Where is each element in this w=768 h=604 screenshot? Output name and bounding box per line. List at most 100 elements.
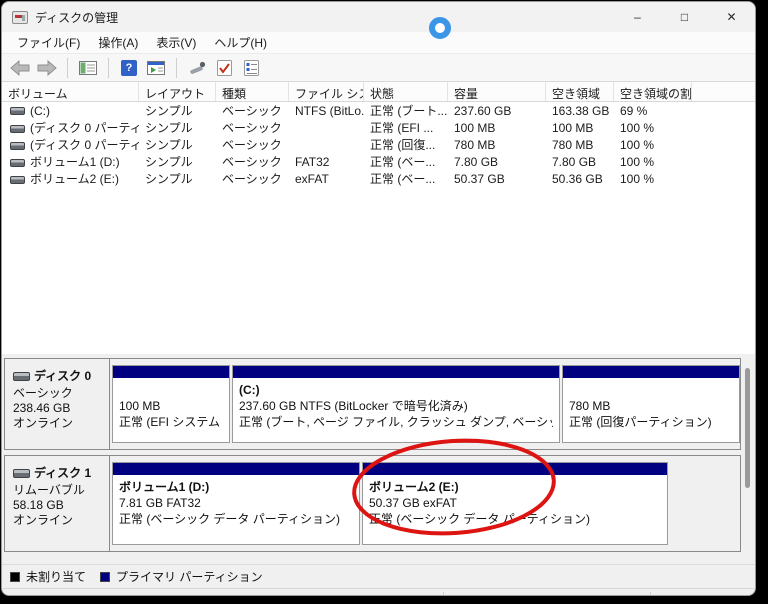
partition-header-bar [563, 366, 739, 379]
vertical-scrollbar[interactable] [743, 360, 752, 556]
scrollbar-thumb[interactable] [745, 368, 750, 488]
partition-size: 780 MB [569, 399, 611, 413]
partition-status: 正常 (ベーシック データ パーティション) [119, 512, 341, 526]
volume-name: ボリューム1 (D:) [30, 155, 120, 169]
volume-name: (C:) [30, 103, 50, 118]
disk-name: ディスク 0 [34, 369, 92, 383]
disk-0-graph: 100 MB 正常 (EFI システム パー (C:) 237.60 GB NT… [110, 359, 740, 449]
volume-name: (ディスク 0 パーティシ... [30, 121, 139, 135]
partition-status: 正常 (EFI システム パー [119, 415, 223, 429]
touch-indicator-ring [429, 17, 451, 39]
close-button[interactable]: ✕ [708, 2, 755, 32]
menu-help[interactable]: ヘルプ(H) [205, 32, 276, 53]
help-icon[interactable]: ? [119, 58, 139, 78]
partition-header-bar [233, 366, 559, 379]
disk-1-graph: ボリューム1 (D:) 7.81 GB FAT32 正常 (ベーシック データ … [110, 456, 740, 551]
partition-volume2-e[interactable]: ボリューム2 (E:) 50.37 GB exFAT 正常 (ベーシック データ… [362, 462, 668, 545]
table-row[interactable]: (ディスク 0 パーティシ... シンプル ベーシック 正常 (EFI ... … [2, 119, 755, 136]
volume-icon [10, 175, 25, 184]
menu-file[interactable]: ファイル(F) [8, 32, 89, 53]
app-icon [12, 10, 28, 24]
partition-volume1-d[interactable]: ボリューム1 (D:) 7.81 GB FAT32 正常 (ベーシック データ … [112, 462, 360, 545]
toolbar-separator [176, 57, 177, 78]
volume-icon [10, 107, 25, 116]
partition-size: 50.37 GB exFAT [369, 496, 457, 510]
table-row[interactable]: (ディスク 0 パーティシ... シンプル ベーシック 正常 (回復... 78… [2, 136, 755, 153]
disk-0-label[interactable]: ディスク 0 ベーシック 238.46 GB オンライン [5, 359, 110, 449]
table-row[interactable]: ボリューム2 (E:) シンプル ベーシック exFAT 正常 (ベー... 5… [2, 170, 755, 187]
title-bar[interactable]: ディスクの管理 – □ ✕ [2, 2, 755, 32]
disk-type: ベーシック [13, 386, 73, 400]
column-header-free-percent[interactable]: 空き領域の割... [614, 82, 692, 101]
disk-1-label[interactable]: ディスク 1 リムーバブル 58.18 GB オンライン [5, 456, 110, 551]
legend-primary-label: プライマリ パーティション [116, 570, 263, 584]
table-row[interactable]: ボリューム1 (D:) シンプル ベーシック FAT32 正常 (ベー... 7… [2, 153, 755, 170]
partition-header-bar [113, 366, 229, 379]
legend-unallocated-swatch [10, 571, 20, 582]
legend-primary-swatch [100, 571, 111, 582]
column-header-volume[interactable]: ボリューム [2, 82, 139, 101]
partition-c[interactable]: (C:) 237.60 GB NTFS (BitLocker で暗号化済み) 正… [232, 365, 560, 443]
statusbar-separator [443, 592, 444, 595]
column-header-capacity[interactable]: 容量 [448, 82, 546, 101]
toolbar-separator [67, 57, 68, 78]
disk-status: オンライン [13, 416, 74, 430]
volume-icon [10, 141, 25, 150]
menu-view[interactable]: 表示(V) [147, 32, 205, 53]
partition-status: 正常 (ブート, ページ ファイル, クラッシュ ダンプ, ベーシック データ … [239, 415, 553, 429]
task-list-icon[interactable] [241, 58, 261, 78]
volume-list: (C:) シンプル ベーシック NTFS (BitLo... 正常 (ブート..… [2, 102, 755, 354]
partition-size: 7.81 GB FAT32 [119, 496, 201, 510]
volume-icon [10, 158, 25, 167]
column-header-filesystem[interactable]: ファイル システム [289, 82, 364, 101]
back-icon[interactable] [10, 58, 30, 78]
volume-name: (ディスク 0 パーティシ... [30, 138, 139, 152]
show-console-icon[interactable] [146, 58, 166, 78]
disk-name: ディスク 1 [34, 466, 92, 480]
partition-status: 正常 (ベーシック データ パーティション) [369, 512, 591, 526]
properties-gadget-icon[interactable] [187, 58, 207, 78]
volume-table-header: ボリューム レイアウト 種類 ファイル システム 状態 容量 空き領域 空き領域… [2, 82, 755, 102]
minimize-button[interactable]: – [614, 2, 661, 32]
screen-background: ディスクの管理 – □ ✕ ファイル(F) 操作(A) 表示(V) ヘルプ(H) [0, 0, 768, 604]
legend-bar: 未割り当て プライマリ パーティション [2, 564, 755, 588]
status-bar [2, 588, 755, 595]
partition-recovery[interactable]: 780 MB 正常 (回復パーティション) [562, 365, 740, 443]
window-controls: – □ ✕ [614, 2, 755, 32]
disk-0-row: ディスク 0 ベーシック 238.46 GB オンライン 100 MB 正常 (… [4, 358, 741, 450]
partition-size: 237.60 GB NTFS (BitLocker で暗号化済み) [239, 399, 468, 413]
partition-status: 正常 (回復パーティション) [569, 415, 712, 429]
menu-bar: ファイル(F) 操作(A) 表示(V) ヘルプ(H) [2, 32, 755, 54]
disk-icon [13, 469, 30, 479]
disk-status: オンライン [13, 513, 74, 527]
menu-action[interactable]: 操作(A) [89, 32, 147, 53]
column-header-type[interactable]: 種類 [216, 82, 289, 101]
graphical-view: ディスク 0 ベーシック 238.46 GB オンライン 100 MB 正常 (… [2, 354, 755, 564]
disk-1-row: ディスク 1 リムーバブル 58.18 GB オンライン ボリューム1 (D:)… [4, 455, 741, 552]
disk-size: 58.18 GB [13, 498, 64, 512]
volume-name: ボリューム2 (E:) [30, 172, 119, 186]
check-document-icon[interactable] [214, 58, 234, 78]
window-title: ディスクの管理 [35, 10, 119, 25]
forward-icon[interactable] [37, 58, 57, 78]
table-row[interactable]: (C:) シンプル ベーシック NTFS (BitLo... 正常 (ブート..… [2, 102, 755, 119]
partition-header-bar [113, 463, 359, 476]
column-header-layout[interactable]: レイアウト [139, 82, 216, 101]
partition-header-bar [363, 463, 667, 476]
maximize-button[interactable]: □ [661, 2, 708, 32]
volume-icon [10, 124, 25, 133]
partition-efi[interactable]: 100 MB 正常 (EFI システム パー [112, 365, 230, 443]
toolbar-separator [108, 57, 109, 78]
column-header-status[interactable]: 状態 [364, 82, 448, 101]
column-header-free[interactable]: 空き領域 [546, 82, 614, 101]
partition-size: 100 MB [119, 399, 161, 413]
partition-name: (C:) [239, 383, 260, 397]
partition-name: ボリューム2 (E:) [369, 480, 459, 494]
statusbar-separator [650, 592, 651, 595]
legend-unallocated-label: 未割り当て [26, 570, 87, 584]
partition-name [569, 382, 733, 398]
partition-name [119, 382, 223, 398]
console-tree-icon[interactable] [78, 58, 98, 78]
disk-size: 238.46 GB [13, 401, 71, 415]
toolbar: ? [2, 54, 755, 82]
